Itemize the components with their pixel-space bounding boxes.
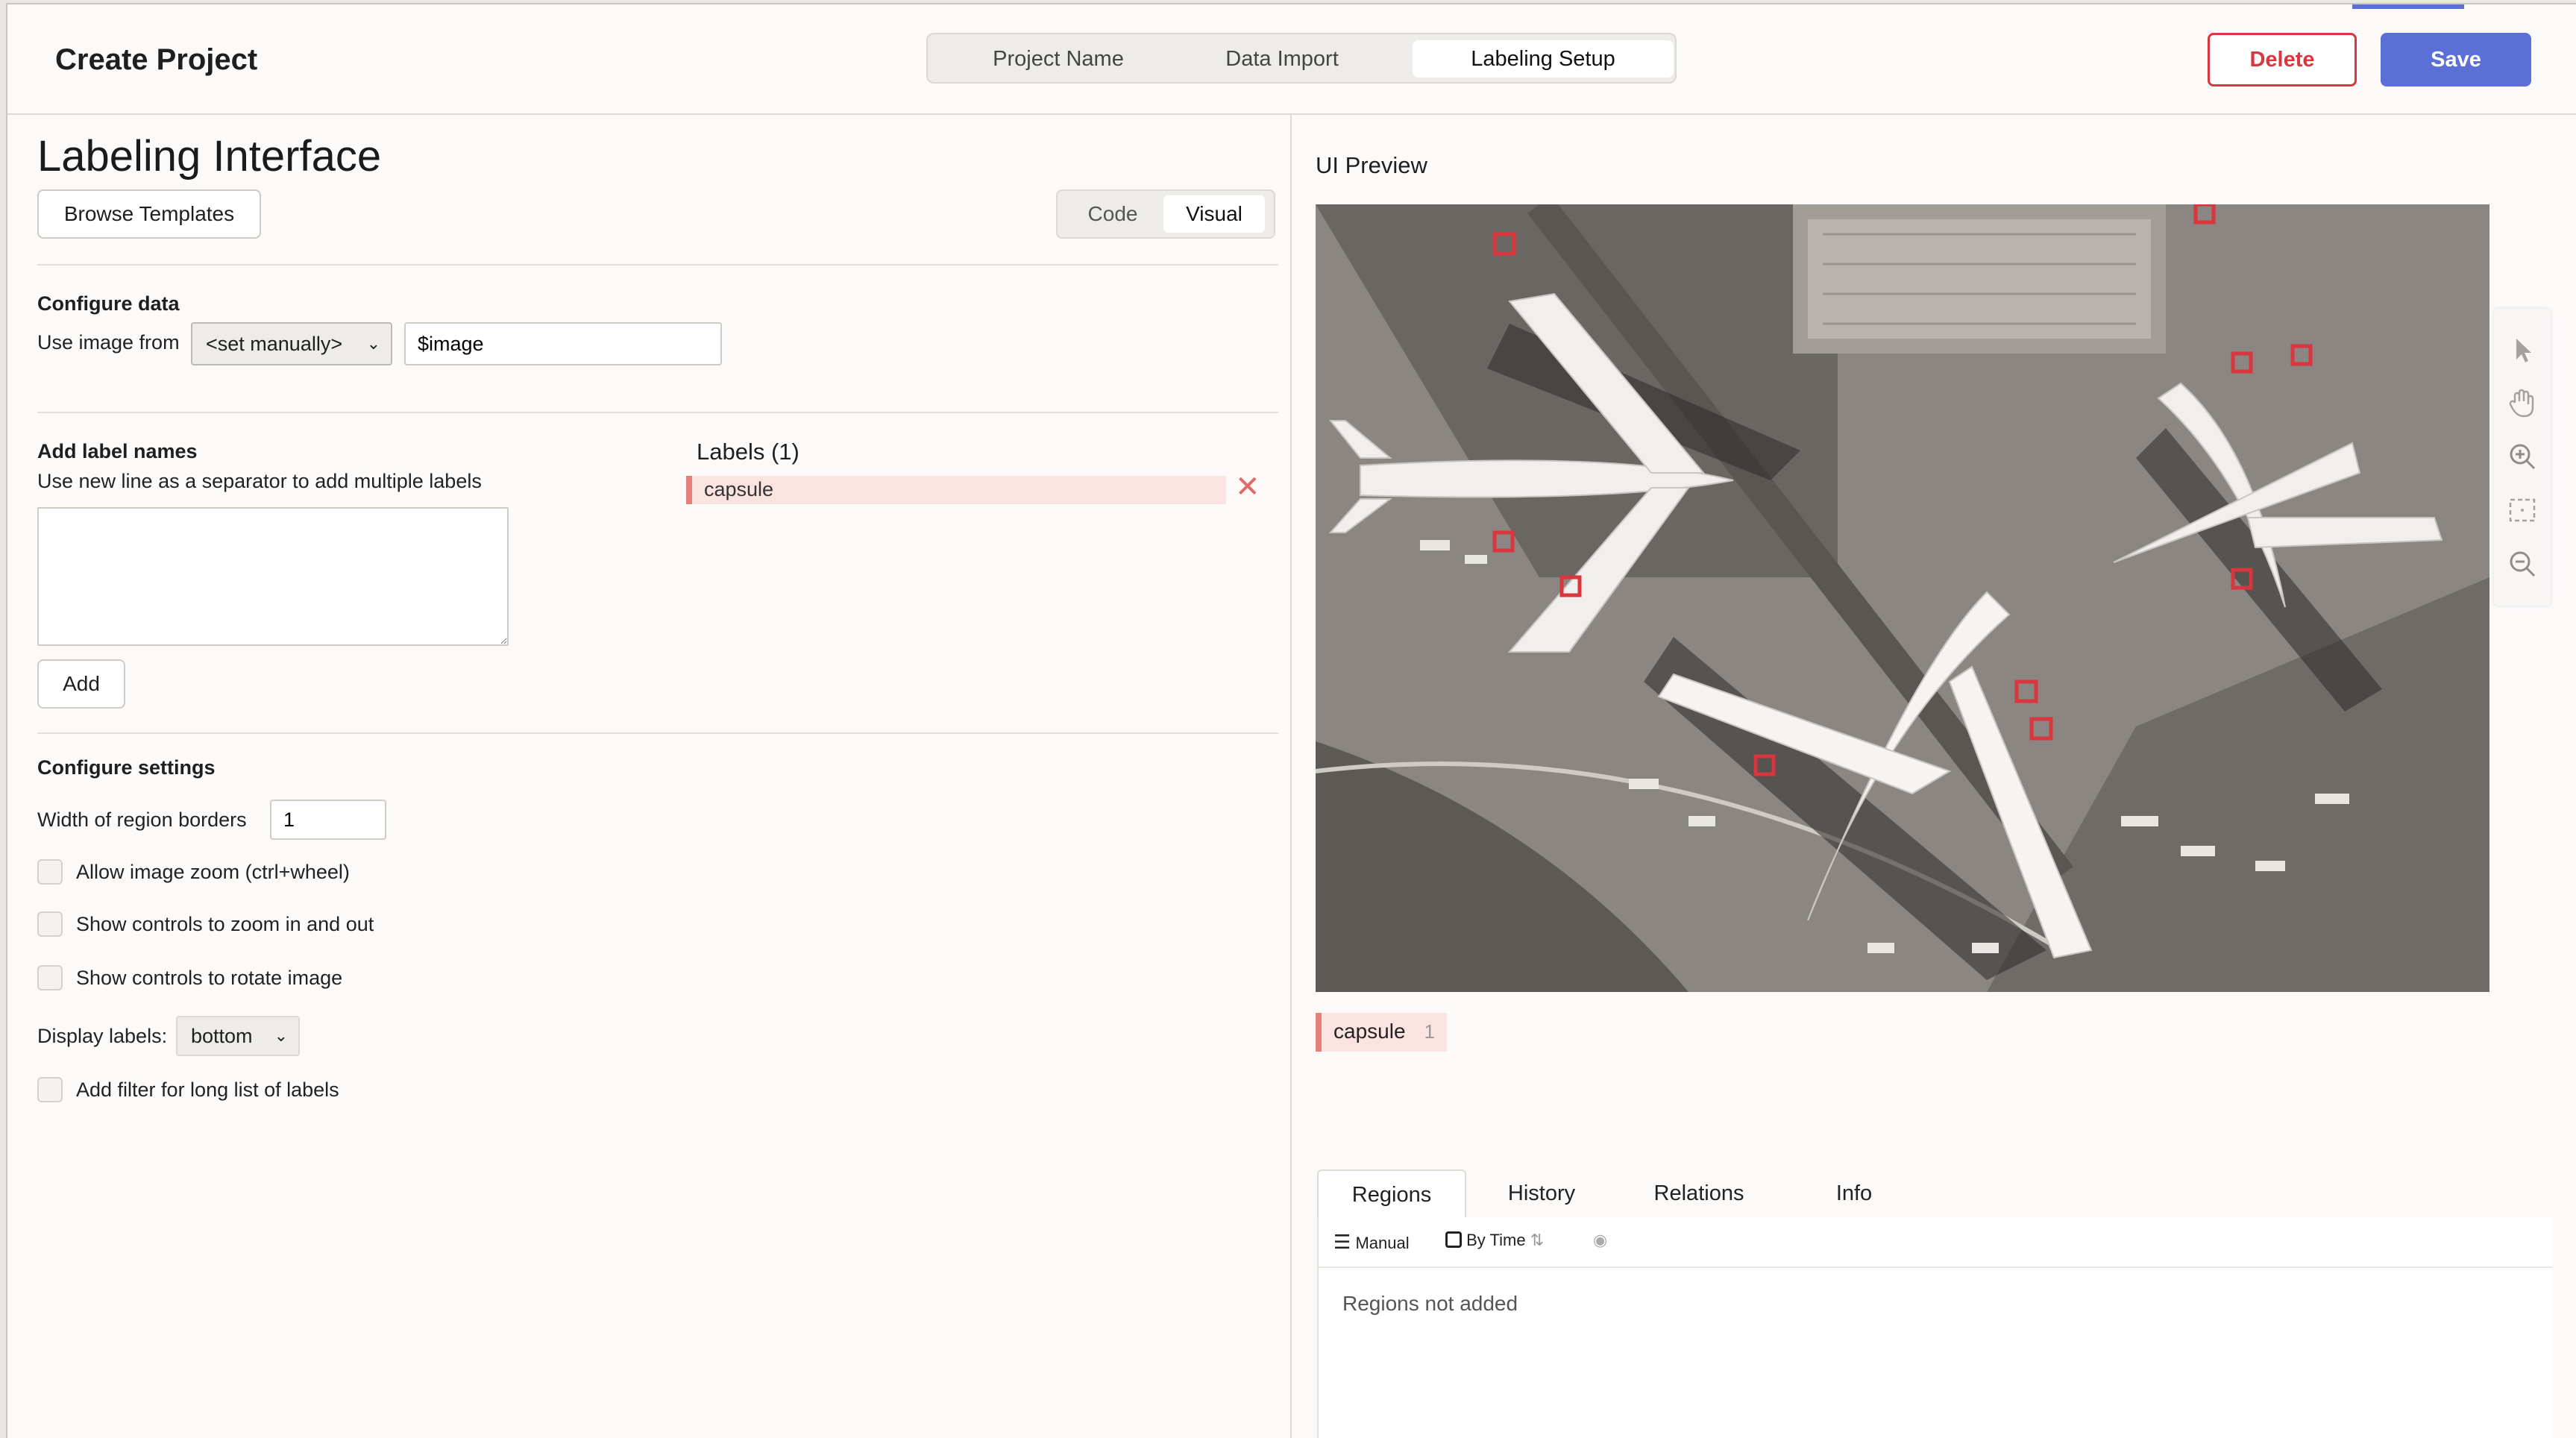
step-labeling-setup[interactable]: Labeling Setup [1413, 40, 1674, 78]
sort-icon: ⇅ [1530, 1231, 1545, 1249]
fit-screen-icon[interactable] [2506, 494, 2539, 527]
wizard-steps: Project Name Data Import Labeling Setup [926, 33, 1677, 84]
visual-view-option[interactable]: Visual [1163, 195, 1265, 233]
display-labels-value: bottom [191, 1025, 253, 1047]
allow-zoom-checkbox[interactable] [37, 859, 63, 885]
filter-labels-checkbox[interactable] [37, 1077, 63, 1102]
labels-list-title: Labels (1) [697, 439, 799, 465]
label-tag-name: capsule [1333, 1020, 1406, 1043]
data-source-select[interactable]: <set manually> ⌄ [191, 322, 392, 365]
step-project-name[interactable]: Project Name [958, 40, 1159, 78]
tab-info[interactable]: Info [1787, 1169, 1921, 1217]
airport-illustration [1316, 204, 2489, 992]
by-time-label: By Time [1466, 1231, 1526, 1249]
display-labels-label: Display labels: [37, 1025, 168, 1047]
sidebar-tabs: Regions History Relations Info [1317, 1169, 2551, 1219]
section-heading: Labeling Interface [37, 132, 382, 180]
hand-icon[interactable] [2506, 386, 2539, 419]
tab-history[interactable]: History [1471, 1169, 1612, 1217]
label-tag-capsule[interactable]: capsule 1 [1316, 1013, 1447, 1052]
page-title: Create Project [55, 43, 258, 76]
by-time-button[interactable]: By Time ⇅ [1445, 1231, 1544, 1250]
divider [37, 412, 1278, 413]
eye-icon[interactable]: ◉ [1593, 1231, 1607, 1250]
label-names-textarea[interactable] [37, 507, 509, 646]
data-source-value: <set manually> [206, 333, 343, 355]
calendar-icon [1445, 1231, 1462, 1248]
data-value-input[interactable] [404, 322, 722, 365]
code-view-option[interactable]: Code [1064, 195, 1162, 233]
preview-panel: UI Preview capsule 1 Regions History Rel… [1292, 113, 2576, 1438]
label-hotkey: 1 [1424, 1020, 1435, 1043]
chevron-down-icon: ⌄ [366, 334, 380, 353]
accent-strip [2352, 4, 2464, 9]
allow-zoom-label: Allow image zoom (ctrl+wheel) [76, 861, 350, 883]
configure-data-title: Configure data [37, 292, 180, 315]
pointer-icon[interactable] [2506, 334, 2539, 367]
regions-empty-message: Regions not added [1342, 1292, 1518, 1315]
display-labels-select[interactable]: bottom ⌄ [176, 1016, 300, 1056]
browse-templates-button[interactable]: Browse Templates [37, 189, 261, 239]
delete-button[interactable]: Delete [2208, 33, 2357, 87]
aerial-airport-image[interactable] [1316, 204, 2489, 992]
add-label-hint: Use new line as a separator to add multi… [37, 470, 482, 492]
label-item-name: capsule [704, 478, 774, 500]
header-bar: Create Project Project Name Data Import … [7, 4, 2576, 115]
save-button[interactable]: Save [2381, 33, 2531, 87]
zoom-out-icon[interactable] [2506, 547, 2539, 580]
manual-order-label: Manual [1355, 1234, 1410, 1252]
add-labels-button[interactable]: Add [37, 659, 125, 709]
view-mode-toggle: Code Visual [1056, 189, 1275, 239]
use-image-from-label: Use image from [37, 331, 180, 354]
list-icon: ☰ [1333, 1231, 1351, 1253]
add-label-names-title: Add label names [37, 440, 198, 462]
image-tools-panel [2494, 309, 2551, 606]
filter-labels-label: Add filter for long list of labels [76, 1078, 339, 1101]
border-width-input[interactable] [270, 800, 386, 840]
manual-order-button[interactable]: ☰ Manual [1333, 1231, 1410, 1254]
zoom-in-icon[interactable] [2506, 440, 2539, 473]
step-data-import[interactable]: Data Import [1181, 40, 1383, 78]
regions-toolbar: ☰ Manual By Time ⇅ ◉ [1319, 1217, 2552, 1268]
label-item[interactable]: capsule [686, 476, 1226, 504]
rotate-controls-checkbox[interactable] [37, 965, 63, 990]
divider [37, 732, 1278, 734]
configure-settings-title: Configure settings [37, 756, 216, 779]
config-panel: Labeling Interface Browse Templates Code… [7, 113, 1290, 1438]
chevron-down-icon: ⌄ [274, 1026, 288, 1045]
zoom-controls-label: Show controls to zoom in and out [76, 913, 374, 935]
border-width-label: Width of region borders [37, 809, 247, 831]
divider [37, 264, 1278, 266]
close-icon[interactable]: ✕ [1235, 470, 1260, 504]
tab-regions[interactable]: Regions [1317, 1169, 1466, 1217]
regions-panel: ☰ Manual By Time ⇅ ◉ Regions not added [1317, 1217, 2552, 1438]
zoom-controls-checkbox[interactable] [37, 911, 63, 937]
preview-title: UI Preview [1316, 152, 1427, 178]
rotate-controls-label: Show controls to rotate image [76, 967, 343, 989]
tab-relations[interactable]: Relations [1617, 1169, 1781, 1217]
app-window: Create Project Project Name Data Import … [6, 3, 2576, 1438]
